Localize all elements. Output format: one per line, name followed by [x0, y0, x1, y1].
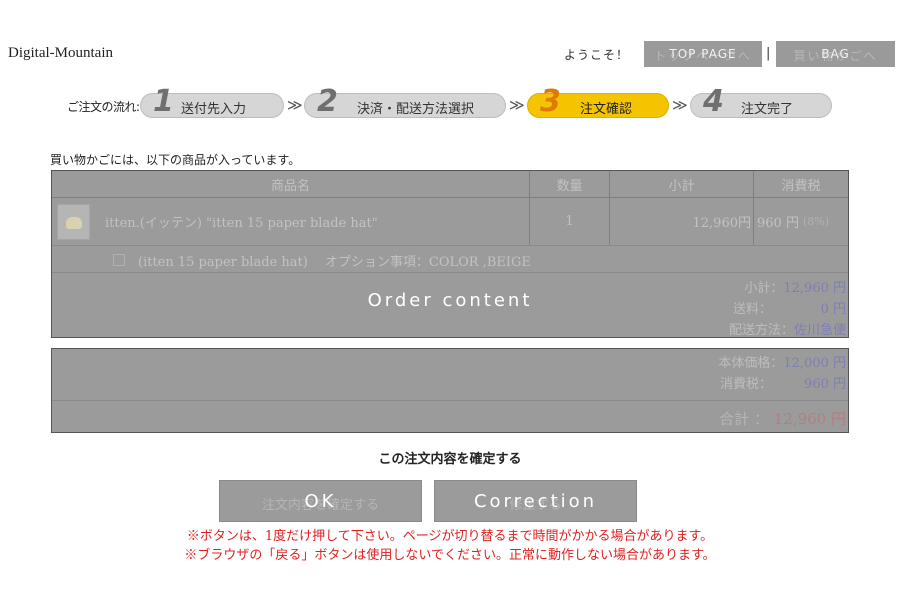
- base-price-value: 12,000 円: [783, 356, 846, 371]
- step-label: 送付先入力: [181, 102, 247, 117]
- correction-button[interactable]: 修正する Correction: [434, 480, 637, 522]
- order-content-region: 商品名 数量 小計 消費税 itten.(イッテン) "itten 15 pap…: [51, 170, 849, 338]
- step-order-confirm: 3 注文確認: [527, 84, 669, 119]
- tax-amount: 960 円: [757, 216, 799, 231]
- product-option-row: (itten 15 paper blade hat) オプション事項：COLOR…: [52, 246, 848, 273]
- base-price-label: 本体価格：: [718, 356, 784, 371]
- totals-region: 本体価格：12,000 円 消費税： 960 円 合計 ： 12,960 円: [51, 348, 849, 433]
- summary-method-value: 佐川急便: [793, 323, 846, 338]
- total-tax: 消費税： 960 円: [720, 373, 846, 392]
- step-payment-delivery: 2 決済・配送方法選択: [304, 84, 506, 119]
- product-tax: 960 円 (8%): [754, 198, 848, 245]
- grand-total-label: 合計 ：: [719, 410, 769, 428]
- product-name: itten.(イッテン) "itten 15 paper blade hat": [52, 198, 530, 245]
- cart-intro-text: 買い物かごには、以下の商品が入っています。: [50, 153, 301, 167]
- order-flow-label: ご注文の流れ:: [67, 100, 140, 114]
- total-tax-value: 960 円: [804, 377, 846, 392]
- summary-method-label: 配送方法：: [728, 323, 794, 338]
- step-number: 1: [153, 84, 174, 119]
- column-header-subtotal: 小計: [610, 171, 754, 198]
- notice-line: ※ブラウザの「戻る」ボタンは使用しないでください。正常に動作しない場合があります…: [184, 548, 716, 563]
- confirm-heading: この注文内容を確定する: [378, 452, 522, 467]
- brand-name[interactable]: Digital-Mountain: [8, 45, 113, 62]
- column-header-tax: 消費税: [781, 179, 821, 194]
- step-order-complete: 4 注文完了: [690, 84, 832, 119]
- ok-label: OK: [304, 490, 337, 512]
- header-separator: |: [766, 46, 771, 61]
- ok-button[interactable]: 注文内容を確定する OK: [219, 480, 422, 522]
- step-number: 3: [540, 84, 561, 119]
- table-row: itten.(イッテン) "itten 15 paper blade hat" …: [52, 198, 848, 246]
- order-table-header: 商品名 数量 小計 消費税: [52, 171, 848, 198]
- column-header-product: 商品名: [52, 171, 530, 198]
- base-price: 本体価格：12,000 円: [718, 352, 846, 371]
- totals-divider: [52, 400, 848, 401]
- total-tax-label: 消費税：: [719, 377, 772, 392]
- order-content-caption: Order content: [367, 290, 533, 311]
- step-label: 注文完了: [741, 102, 794, 117]
- summary-delivery-method: 配送方法：佐川急便: [729, 319, 846, 338]
- top-page-label: TOP PAGE: [669, 47, 737, 61]
- step-label: 注文確認: [580, 102, 633, 117]
- bag-button[interactable]: 買い物かごへ BAG: [776, 41, 895, 67]
- column-header-quantity: 数量: [530, 171, 610, 198]
- grand-total: 合計 ： 12,960 円: [719, 408, 846, 429]
- grand-total-value: 12,960 円: [773, 410, 846, 428]
- product-quantity: 1: [530, 198, 610, 245]
- option-icon: [113, 254, 125, 266]
- notice-line: ※ボタンは、1度だけ押して下さい。ページが切り替るまで時間がかかる場合があります…: [186, 529, 714, 544]
- step-arrow: ≫: [509, 96, 525, 114]
- step-number: 2: [317, 84, 338, 119]
- step-arrow: ≫: [287, 96, 303, 114]
- notice-text: ※ボタンは、1度だけ押して下さい。ページが切り替るまで時間がかかる場合があります…: [0, 527, 900, 565]
- product-option-text: (itten 15 paper blade hat) オプション事項：COLOR…: [138, 255, 531, 270]
- tax-rate: (8%): [802, 215, 829, 228]
- step-label: 決済・配送方法選択: [357, 102, 475, 117]
- welcome-text: ようこそ！: [564, 48, 630, 62]
- step-arrow: ≫: [672, 96, 688, 114]
- correction-label: Correction: [473, 490, 598, 512]
- top-page-button[interactable]: トップページへ TOP PAGE: [644, 41, 762, 67]
- step-shipping-address: 1 送付先入力: [140, 84, 284, 119]
- step-number: 4: [703, 84, 724, 119]
- bag-label: BAG: [821, 47, 850, 61]
- product-subtotal: 12,960円: [610, 198, 754, 245]
